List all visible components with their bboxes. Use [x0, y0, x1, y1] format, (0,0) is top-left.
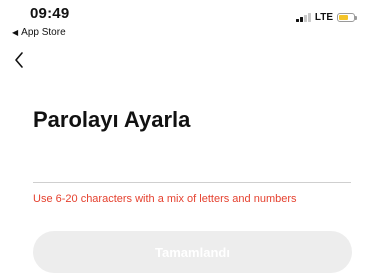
- done-button[interactable]: Tamamlandı: [33, 231, 352, 273]
- status-indicators: LTE: [296, 12, 357, 23]
- page-title: Parolayı Ayarla: [33, 107, 191, 132]
- status-time: 09:49: [30, 5, 70, 22]
- battery-icon: [337, 13, 357, 22]
- chevron-left-icon: [15, 52, 23, 68]
- back-button[interactable]: [10, 48, 32, 72]
- password-field[interactable]: [33, 150, 351, 183]
- network-type: LTE: [314, 12, 333, 23]
- set-password-screen: 09:49 ◀ App Store LTE Parolayı Ayarla Us…: [0, 0, 367, 279]
- back-to-app-link[interactable]: ◀ App Store: [12, 27, 66, 38]
- password-input[interactable]: [33, 150, 351, 182]
- back-app-label: App Store: [21, 27, 66, 38]
- cellular-signal-icon: [296, 13, 311, 22]
- left-triangle-icon: ◀: [12, 28, 19, 37]
- password-requirements-hint: Use 6-20 characters with a mix of letter…: [33, 193, 297, 205]
